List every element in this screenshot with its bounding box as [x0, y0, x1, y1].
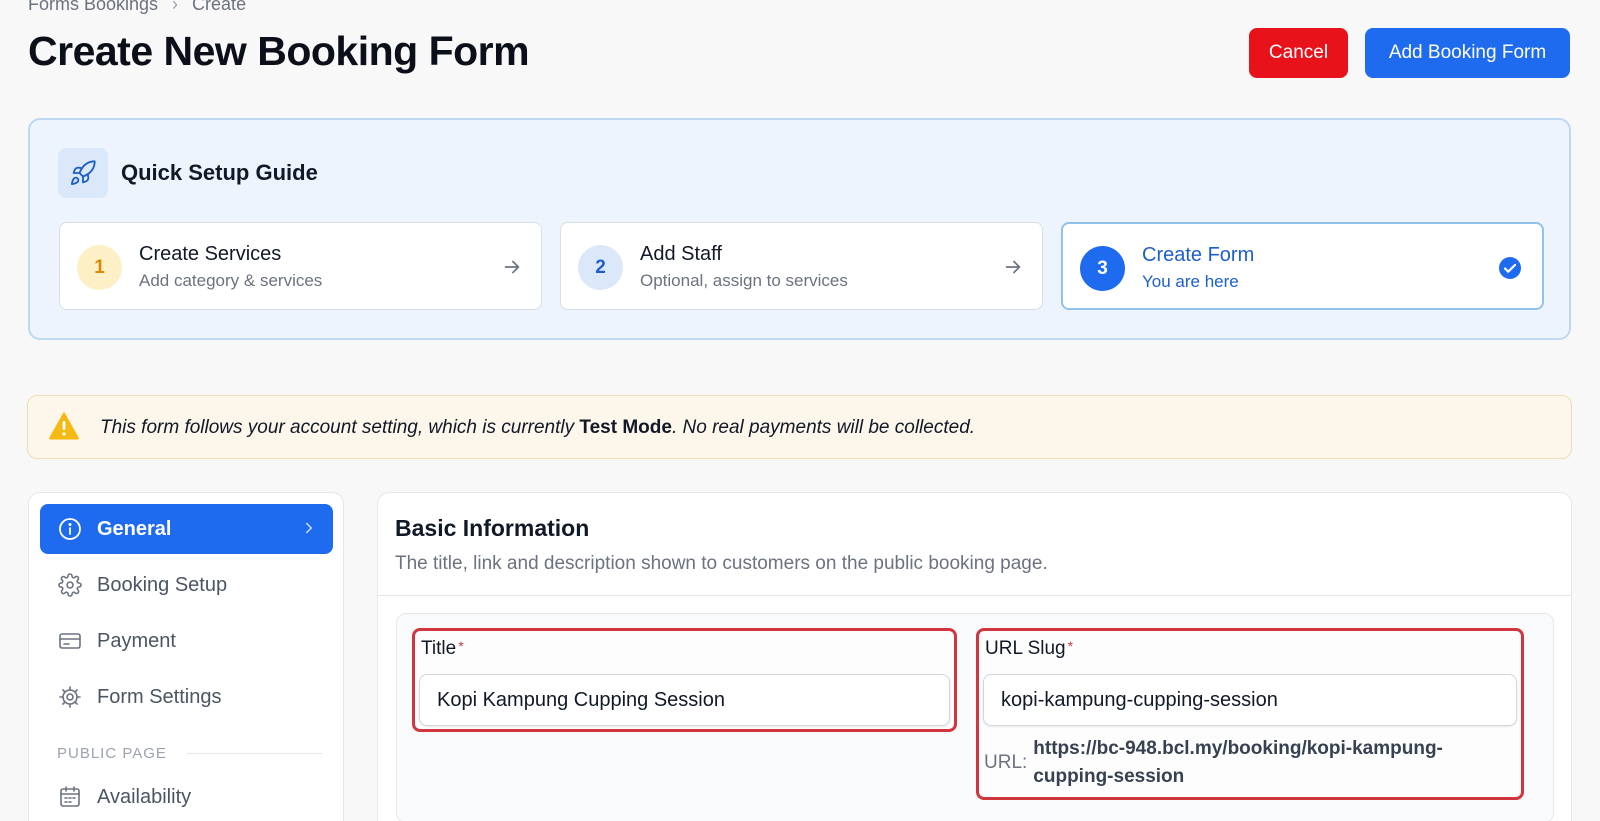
- step-create-form: 3 Create Form You are here: [1061, 222, 1544, 310]
- step-subtitle: You are here: [1142, 272, 1239, 291]
- url-value-line1: https://bc-948.bcl.my/booking/kopi-kampu…: [1033, 738, 1443, 759]
- credit-card-icon: [59, 633, 81, 649]
- sidebar-item-label: Availability: [97, 785, 192, 808]
- breadcrumb: Forms Bookings › Create: [28, 0, 246, 15]
- page-title: Create New Booking Form: [28, 28, 530, 74]
- gear-icon: [58, 573, 82, 597]
- arrow-right-icon: [504, 260, 520, 274]
- sidebar-item-label: Payment: [97, 629, 176, 652]
- basic-information-panel: Basic Information The title, link and de…: [377, 492, 1572, 821]
- section-subtitle: The title, link and description shown to…: [395, 553, 1048, 574]
- title-label: Title *: [421, 638, 464, 660]
- sidebar-item-label: General: [97, 517, 172, 540]
- url-slug-label-text: URL Slug: [985, 638, 1066, 659]
- step-title: Add Staff: [640, 243, 722, 265]
- url-slug-field: URL Slug* URL: https://bc-948.bcl.my/boo…: [976, 628, 1524, 800]
- chevron-right-icon: [306, 522, 312, 534]
- add-booking-form-button[interactable]: Add Booking Form: [1365, 28, 1570, 78]
- title-input[interactable]: [419, 674, 950, 726]
- step-add-staff[interactable]: 2 Add Staff Optional, assign to services: [560, 222, 1043, 310]
- sidebar-item-label: Booking Setup: [97, 573, 228, 596]
- chevron-right-icon: ›: [172, 0, 179, 14]
- title-field: Title *: [412, 628, 957, 732]
- quick-setup-guide: Quick Setup Guide 1 Create Services Add …: [28, 118, 1571, 340]
- sidebar-item-label: Form Settings: [97, 685, 222, 708]
- step-number: 3: [1080, 246, 1125, 291]
- url-preview: URL: https://bc-948.bcl.my/booking/kopi-…: [984, 735, 1514, 791]
- divider: [186, 753, 322, 754]
- check-circle-icon: [1499, 257, 1521, 279]
- notice-mode: Test Mode: [579, 417, 672, 438]
- calendar-icon: [60, 786, 80, 807]
- url-prefix: URL:: [984, 752, 1028, 773]
- notice-text-before: This form follows your account setting, …: [100, 417, 580, 438]
- notice-text: This form follows your account setting, …: [100, 417, 975, 439]
- sidebar-item-payment[interactable]: Payment: [40, 616, 333, 666]
- required-mark: *: [1067, 638, 1074, 654]
- step-title: Create Form: [1142, 244, 1255, 266]
- sidebar-item-booking-setup[interactable]: Booking Setup: [40, 560, 333, 610]
- arrow-right-icon: [1005, 260, 1021, 274]
- breadcrumb-item-forms-bookings[interactable]: Forms Bookings: [28, 0, 158, 15]
- step-subtitle: Add category & services: [139, 271, 323, 290]
- url-slug-input[interactable]: [983, 674, 1517, 726]
- step-create-services[interactable]: 1 Create Services Add category & service…: [59, 222, 542, 310]
- info-icon: [59, 518, 81, 540]
- cog-icon: [59, 686, 81, 708]
- notice-text-after: . No real payments will be collected.: [671, 417, 976, 438]
- header-actions: Cancel Add Booking Form: [1249, 28, 1570, 78]
- section-title: Basic Information: [395, 515, 590, 541]
- cancel-button[interactable]: Cancel: [1249, 28, 1348, 78]
- fields-group: Title* URL Slug* URL: https://bc-948.bcl…: [396, 613, 1554, 821]
- guide-title: Quick Setup Guide: [121, 160, 318, 185]
- divider: [378, 595, 1571, 596]
- sidebar-section-public-page: PUBLIC PAGE: [57, 745, 322, 762]
- url-value[interactable]: https://bc-948.bcl.my/booking/kopi-kampu…: [1033, 735, 1443, 791]
- sidebar-section-label: PUBLIC PAGE: [57, 745, 167, 762]
- step-number: 2: [578, 245, 623, 290]
- url-value-line2: cupping-session: [1033, 766, 1185, 787]
- sidebar-item-form-settings[interactable]: Form Settings: [40, 672, 333, 722]
- title-label-text: Title: [421, 638, 457, 659]
- sidebar-item-general[interactable]: General: [40, 504, 333, 554]
- guide-header: Quick Setup Guide: [58, 148, 318, 198]
- url-slug-label: URL Slug *: [985, 638, 1073, 660]
- step-number: 1: [77, 245, 122, 290]
- step-title: Create Services: [139, 243, 282, 265]
- step-subtitle: Optional, assign to services: [640, 271, 848, 290]
- sidebar-item-availability[interactable]: Availability: [40, 772, 333, 821]
- warning-icon: [49, 412, 79, 440]
- setup-steps: 1 Create Services Add category & service…: [59, 222, 1544, 310]
- test-mode-notice: This form follows your account setting, …: [27, 395, 1572, 459]
- rocket-icon: [58, 148, 108, 198]
- required-mark: *: [458, 638, 464, 654]
- breadcrumb-item-create: Create: [192, 0, 247, 14]
- sidebar: General Booking Setup Payment Form Setti…: [28, 492, 344, 821]
